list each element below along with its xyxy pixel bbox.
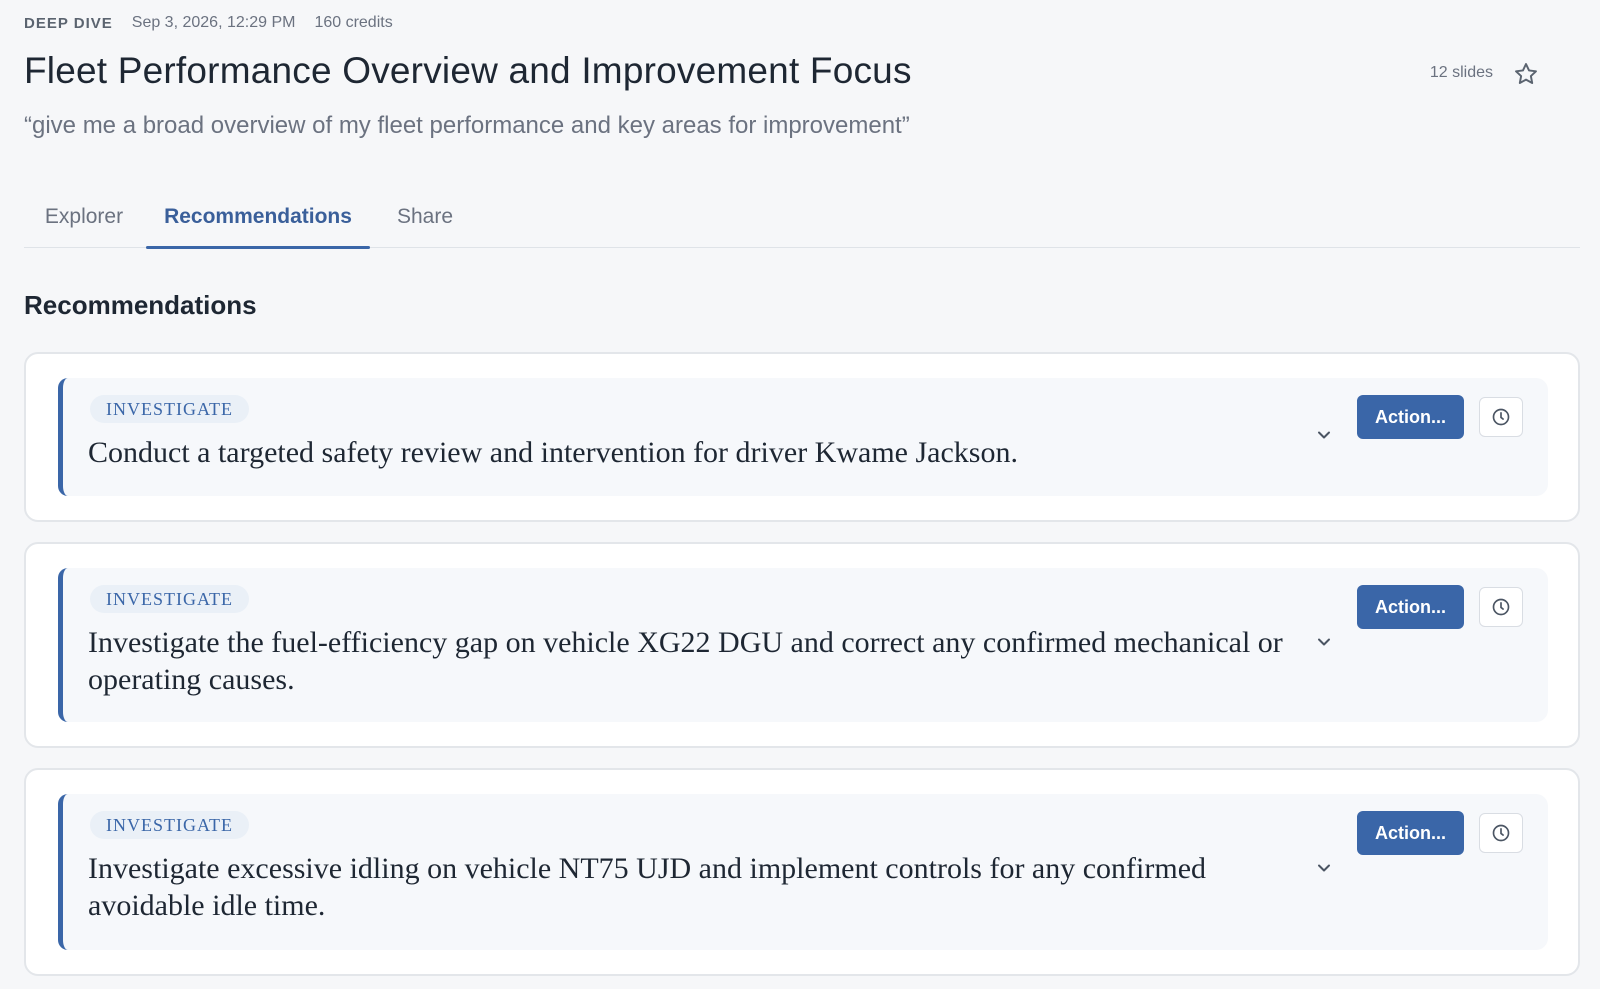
meta-row: DEEP DIVE Sep 3, 2026, 12:29 PM 160 cred… <box>24 12 393 34</box>
history-button[interactable] <box>1479 813 1523 853</box>
history-button[interactable] <box>1479 397 1523 437</box>
clock-icon <box>1492 598 1510 616</box>
report-kind: DEEP DIVE <box>24 14 113 32</box>
recommendation-body: INVESTIGATE Conduct a targeted safety re… <box>58 378 1548 496</box>
tab-recommendations[interactable]: Recommendations <box>146 186 370 249</box>
recommendation-card: INVESTIGATE Investigate excessive idling… <box>24 768 1580 976</box>
expand-button[interactable] <box>1312 630 1336 654</box>
recommendation-tag: INVESTIGATE <box>90 395 249 423</box>
action-button[interactable]: Action... <box>1357 395 1464 439</box>
history-button[interactable] <box>1479 587 1523 627</box>
recommendation-text: Conduct a targeted safety review and int… <box>88 436 1018 469</box>
clock-icon <box>1492 824 1510 842</box>
recommendation-text: Investigate the fuel-efficiency gap on v… <box>88 626 1283 696</box>
slides-count: 12 slides <box>1429 64 1493 81</box>
chevron-down-icon <box>1318 431 1330 439</box>
recommendation-tag: INVESTIGATE <box>90 585 249 613</box>
clock-icon <box>1492 408 1510 426</box>
tab-share[interactable]: Share <box>370 186 480 248</box>
page: DEEP DIVE Sep 3, 2026, 12:29 PM 160 cred… <box>0 0 1600 989</box>
page-title: Fleet Performance Overview and Improveme… <box>24 50 912 91</box>
recommendation-card: INVESTIGATE Investigate the fuel-efficie… <box>24 542 1580 748</box>
report-timestamp: Sep 3, 2026, 12:29 PM <box>131 14 296 31</box>
expand-button[interactable] <box>1312 856 1336 880</box>
favorite-button[interactable] <box>1512 60 1540 88</box>
section-title: Recommendations <box>24 290 257 320</box>
action-button[interactable]: Action... <box>1357 811 1464 855</box>
chevron-down-icon <box>1318 864 1330 872</box>
credits-count: 160 credits <box>314 14 393 31</box>
star-icon <box>1515 63 1537 84</box>
recommendation-tag: INVESTIGATE <box>90 811 249 839</box>
recommendation-body: INVESTIGATE Investigate the fuel-efficie… <box>58 568 1548 722</box>
recommendation-text: Investigate excessive idling on vehicle … <box>88 852 1207 922</box>
action-button[interactable]: Action... <box>1357 585 1464 629</box>
tab-bar: Explorer Recommendations Share <box>24 186 1580 249</box>
expand-button[interactable] <box>1312 423 1336 447</box>
recommendation-card: INVESTIGATE Conduct a targeted safety re… <box>24 352 1580 522</box>
tab-explorer[interactable]: Explorer <box>24 186 144 248</box>
recommendation-body: INVESTIGATE Investigate excessive idling… <box>58 794 1548 950</box>
user-query: “give me a broad overview of my fleet pe… <box>24 112 910 139</box>
chevron-down-icon <box>1318 638 1330 646</box>
